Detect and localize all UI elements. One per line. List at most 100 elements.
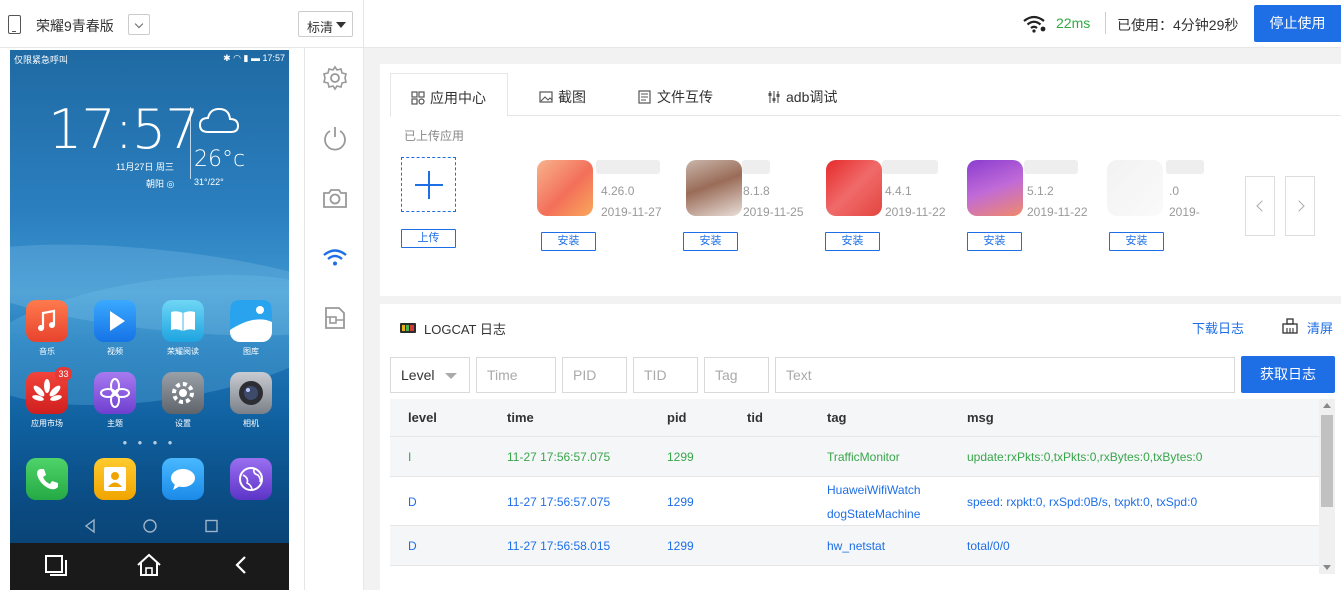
app-date: 2019-11-27 [601,205,662,219]
app-market[interactable]: 33 应用市场 [17,367,77,429]
table-row[interactable]: I 11-27 17:56:57.075 1299 TrafficMonitor… [390,437,1319,477]
app-music[interactable]: 音乐 [17,300,77,357]
install-button[interactable]: 安装 [683,232,738,251]
app-gallery[interactable]: 图库 [221,300,281,357]
scroll-thumb[interactable] [1321,415,1333,507]
dock-browser[interactable] [221,458,281,500]
cell-pid: 1299 [667,495,694,509]
column-header: tid [747,410,763,425]
cell-pid: 1299 [667,539,694,553]
location-name: 朝阳 [146,179,165,189]
phone-screen[interactable]: 仅限紧急呼叫 ✱ ◠ ▮ ▬ 17:57 17:57 11月27日 周三 朝阳 … [10,50,289,590]
phone-icon [8,15,21,34]
dock-phone[interactable] [17,458,77,500]
install-button[interactable]: 安装 [1109,232,1164,251]
wifi-signal-icon [1023,15,1046,33]
tab-label: 应用中心 [430,90,486,106]
cell-msg: total/0/0 [967,539,1010,553]
app-theme[interactable]: 主题 [85,372,145,429]
tab-app-center[interactable]: 应用中心 [390,73,508,117]
tab-file-transfer[interactable]: 文件互传 [638,73,713,116]
tool-sidebar [304,48,364,590]
install-button[interactable]: 安装 [541,232,596,251]
time-filter-input[interactable] [476,357,556,393]
file-transfer-icon[interactable] [321,304,349,332]
table-row[interactable]: D 11-27 17:56:57.075 1299 HuaweiWifiWatc… [390,477,1319,526]
clear-screen-link[interactable]: 清屏 [1307,318,1333,337]
browser-icon [230,458,272,500]
dock-contacts[interactable] [85,458,145,500]
fetch-log-button[interactable]: 获取日志 [1241,356,1335,393]
wifi-icon[interactable] [321,244,349,272]
weather-temperature: 26°c [194,147,246,172]
level-select-value: Level [401,367,435,383]
upload-drop-area[interactable] [401,157,456,212]
grid-icon [411,91,425,105]
video-play-icon [94,300,136,342]
tab-label: 截图 [558,89,586,105]
install-button[interactable]: 安装 [825,232,880,251]
app-market-icon: 33 [26,367,72,414]
device-dropdown-button[interactable] [128,14,150,35]
pid-filter-input[interactable] [562,357,627,393]
app-video[interactable]: 视频 [85,300,145,357]
messages-icon [162,458,204,500]
app-version: .0 [1169,184,1180,198]
app-version: 4.26.0 [601,184,635,198]
home-icon [137,553,161,576]
app-label: 主题 [107,419,123,428]
cell-time: 11-27 17:56:57.075 [507,450,611,464]
text-filter-input[interactable] [775,357,1235,393]
cloud-icon [198,107,240,133]
upload-button[interactable]: 上传 [401,229,456,248]
column-header: time [507,410,534,425]
tag-input[interactable] [715,367,768,383]
quality-select[interactable]: 标清 [298,11,353,37]
stop-button[interactable]: 停止使用 [1254,5,1341,42]
usage-time: 已使用：4分钟29秒 [1117,17,1239,33]
pid-input[interactable] [573,367,626,383]
table-scrollbar[interactable] [1319,399,1335,574]
tag-filter-input[interactable] [704,357,769,393]
scroll-down-arrow[interactable] [1323,565,1331,570]
carousel-next-button[interactable] [1285,176,1315,236]
time-input[interactable] [487,367,555,383]
notification-badge: 33 [55,367,72,381]
app-icon [967,160,1023,216]
power-icon[interactable] [321,124,349,152]
level-select[interactable]: Level [390,357,470,393]
install-button[interactable]: 安装 [967,232,1022,251]
sliders-icon [768,91,780,103]
phone-panel: 仅限紧急呼叫 ✱ ◠ ▮ ▬ 17:57 17:57 11月27日 周三 朝阳 … [0,48,304,590]
clear-icon[interactable] [1282,318,1298,334]
carousel-prev-button[interactable] [1245,176,1275,236]
app-version: 5.1.2 [1027,184,1054,198]
chevron-left-icon [1256,200,1268,212]
scroll-up-arrow[interactable] [1323,403,1331,408]
tab-screenshot[interactable]: 截图 [539,73,586,116]
download-log-link[interactable]: 下载日志 [1192,318,1244,337]
app-camera[interactable]: 相机 [221,372,281,429]
gallery-icon [230,300,272,342]
app-label: 荣耀阅读 [167,347,199,356]
table-row[interactable]: D 11-27 17:56:58.015 1299 hw_netstat tot… [390,526,1319,566]
app-settings[interactable]: 设置 [153,372,213,429]
tid-input[interactable] [644,367,697,383]
app-name-blurred [742,160,770,174]
app-reading[interactable]: 荣耀阅读 [153,300,213,357]
dock-messages[interactable] [153,458,213,500]
screenshot-camera-icon[interactable] [321,184,349,212]
text-input[interactable] [786,367,1234,383]
file-icon [638,90,651,104]
gear-icon[interactable] [321,64,349,92]
tid-filter-input[interactable] [633,357,698,393]
phone-control-bar [10,543,289,590]
tab-label: adb调试 [786,89,838,105]
app-root: 荣耀9青春版 标清 22ms 已使用：4分钟29秒 停止使用 仅限紧急呼叫 ✱ … [0,0,1341,590]
column-header: tag [827,410,847,425]
app-label: 相机 [243,419,259,428]
app-version: 4.4.1 [885,184,912,198]
divider [1105,12,1106,34]
tab-adb-debug[interactable]: adb调试 [767,73,837,116]
clock-divider [190,107,191,179]
